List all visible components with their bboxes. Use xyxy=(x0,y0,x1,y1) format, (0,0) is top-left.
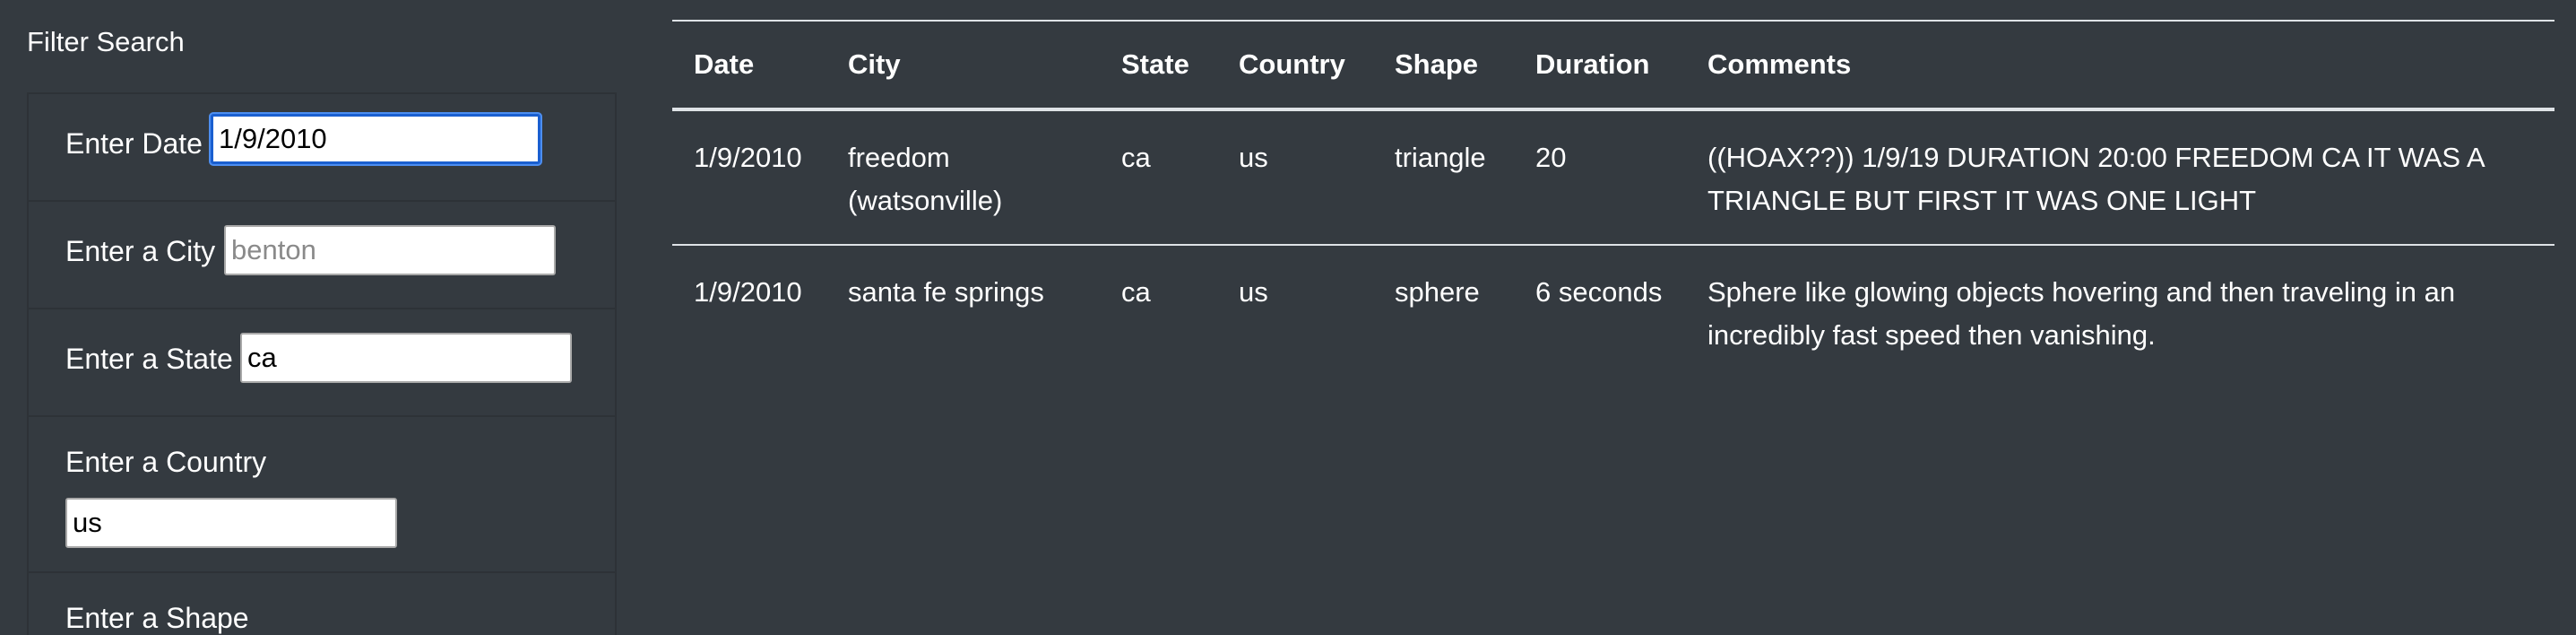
cell-city: freedom (watsonville) xyxy=(848,142,1003,216)
country-label: Enter a Country xyxy=(65,446,267,478)
cell-duration: 6 seconds xyxy=(1535,276,1663,308)
filter-sidebar: Filter Search Enter Date Enter a City En… xyxy=(0,0,618,635)
results-table-container: Date City State Country Shape Duration C… xyxy=(672,20,2554,378)
cell-state: ca xyxy=(1121,142,1151,173)
filter-item-state: Enter a State xyxy=(29,309,615,417)
table-row: 1/9/2010 freedom (watsonville) ca us tri… xyxy=(672,109,2554,245)
header-state: State xyxy=(1121,48,1189,80)
filter-item-city: Enter a City xyxy=(29,202,615,309)
cell-shape: sphere xyxy=(1395,276,1480,308)
table-header-row: Date City State Country Shape Duration C… xyxy=(672,21,2554,109)
country-input[interactable] xyxy=(65,498,397,548)
cell-date: 1/9/2010 xyxy=(694,276,802,308)
cell-date: 1/9/2010 xyxy=(694,142,802,173)
cell-duration: 20 xyxy=(1535,142,1567,173)
header-date: Date xyxy=(694,48,755,80)
filter-panel: Enter Date Enter a City Enter a State En… xyxy=(27,92,617,635)
table-row: 1/9/2010 santa fe springs ca us sphere 6… xyxy=(672,245,2554,378)
state-input[interactable] xyxy=(240,333,572,383)
cell-country: us xyxy=(1239,142,1268,173)
cell-shape: triangle xyxy=(1395,142,1486,173)
city-label: Enter a City xyxy=(65,235,216,267)
cell-country: us xyxy=(1239,276,1268,308)
filter-item-date: Enter Date xyxy=(29,94,615,202)
filter-search-title: Filter Search xyxy=(27,26,185,57)
filter-item-country: Enter a Country xyxy=(29,417,615,573)
cell-city: santa fe springs xyxy=(848,276,1044,308)
header-shape: Shape xyxy=(1395,48,1479,80)
date-input[interactable] xyxy=(211,114,540,164)
filter-item-shape: Enter a Shape xyxy=(29,573,615,635)
header-comments: Comments xyxy=(1707,48,1852,80)
cell-state: ca xyxy=(1121,276,1151,308)
date-label: Enter Date xyxy=(65,127,203,160)
cell-comments: ((HOAX??)) 1/9/19 DURATION 20:00 FREEDOM… xyxy=(1707,142,2484,216)
cell-comments: Sphere like glowing objects hovering and… xyxy=(1707,276,2456,351)
header-city: City xyxy=(848,48,901,80)
ufo-sightings-table: Date City State Country Shape Duration C… xyxy=(672,20,2554,378)
header-duration: Duration xyxy=(1535,48,1650,80)
header-country: Country xyxy=(1239,48,1345,80)
state-label: Enter a State xyxy=(65,343,233,375)
city-input[interactable] xyxy=(224,225,556,275)
page: Filter Search Enter Date Enter a City En… xyxy=(0,0,2576,635)
shape-label: Enter a Shape xyxy=(65,602,249,634)
